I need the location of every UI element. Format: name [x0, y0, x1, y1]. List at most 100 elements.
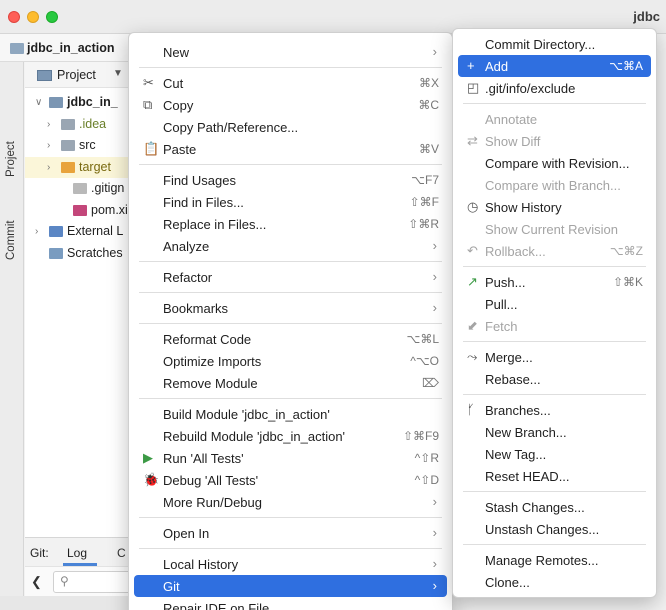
- project-view-selector[interactable]: Project: [57, 68, 96, 82]
- menu-item-label: Manage Remotes...: [485, 553, 599, 568]
- menu-item-show-current-revision: Show Current Revision: [458, 218, 651, 240]
- menu-item-annotate: Annotate: [458, 108, 651, 130]
- tab-console[interactable]: C: [117, 546, 126, 560]
- expand-toggle-icon[interactable]: ›: [35, 221, 38, 242]
- menu-item-build-module-jdbc-in-action[interactable]: Build Module 'jdbc_in_action': [134, 403, 447, 425]
- menu-item-rebase[interactable]: Rebase...: [458, 368, 651, 390]
- expand-toggle-icon[interactable]: ›: [47, 157, 50, 178]
- menu-item-reformat-code[interactable]: Reformat Code ⌥⌘L: [134, 328, 447, 350]
- menu-item-label: Open In: [163, 526, 210, 541]
- menu-separator: [463, 103, 646, 104]
- menu-item-add[interactable]: + Add ⌥⌘A: [458, 55, 651, 77]
- commit-tool-button[interactable]: Commit: [5, 220, 17, 260]
- menu-item-push[interactable]: ↗ Push... ⇧⌘K: [458, 271, 651, 293]
- menu-item-reset-head[interactable]: Reset HEAD...: [458, 465, 651, 487]
- menu-item-cut[interactable]: ✂ Cut ⌘X: [134, 72, 447, 94]
- menu-item-more-run-debug[interactable]: More Run/Debug ›: [134, 491, 447, 513]
- menu-item-clone[interactable]: Clone...: [458, 571, 651, 593]
- menu-item-optimize-imports[interactable]: Optimize Imports ^⌥O: [134, 350, 447, 372]
- tree-item-label: Scratches: [67, 245, 123, 260]
- cut-icon: ✂: [143, 75, 154, 90]
- menu-item-rebuild-module-jdbc-in-action[interactable]: Rebuild Module 'jdbc_in_action' ⇧⌘F9: [134, 425, 447, 447]
- menu-item-branches[interactable]: ᚶ Branches...: [458, 399, 651, 421]
- menu-item-git-info-exclude[interactable]: ◰ .git/info/exclude: [458, 77, 651, 99]
- menu-item-copy[interactable]: ⧉ Copy ⌘C: [134, 94, 447, 116]
- back-arrow-icon[interactable]: ❮: [31, 574, 42, 590]
- expand-toggle-icon[interactable]: ∨: [35, 92, 42, 113]
- shortcut-label: ⌥⌘A: [609, 59, 643, 73]
- menu-item-label: Bookmarks: [163, 301, 229, 316]
- menu-item-replace-in-files[interactable]: Replace in Files... ⇧⌘R: [134, 213, 447, 235]
- menu-item-analyze[interactable]: Analyze ›: [134, 235, 447, 257]
- menu-item-label: More Run/Debug: [163, 495, 262, 510]
- menu-item-refactor[interactable]: Refactor ›: [134, 266, 447, 288]
- menu-item-open-in[interactable]: Open In ›: [134, 522, 447, 544]
- menu-item-label: Analyze: [163, 239, 210, 254]
- show-diff-icon: ⇄: [467, 133, 478, 148]
- menu-item-remove-module[interactable]: Remove Module ⌦: [134, 372, 447, 394]
- menu-item-copy-path-reference[interactable]: Copy Path/Reference...: [134, 116, 447, 138]
- menu-item-label: Reset HEAD...: [485, 469, 570, 484]
- menu-item-repair-ide-on-file[interactable]: Repair IDE on File: [134, 597, 447, 610]
- maven-file-icon: [73, 204, 87, 216]
- menu-item-local-history[interactable]: Local History ›: [134, 553, 447, 575]
- menu-item-compare-with-revision[interactable]: Compare with Revision...: [458, 152, 651, 174]
- menu-item-stash-changes[interactable]: Stash Changes...: [458, 496, 651, 518]
- search-icon: ⚲: [60, 574, 69, 588]
- menu-item-unstash-changes[interactable]: Unstash Changes...: [458, 518, 651, 540]
- menu-item-label: Show Current Revision: [485, 222, 618, 237]
- gitignore-file-icon: [73, 183, 87, 194]
- menu-item-new-tag[interactable]: New Tag...: [458, 443, 651, 465]
- chevron-right-icon: ›: [432, 578, 437, 593]
- close-window-button[interactable]: [8, 11, 20, 23]
- chevron-down-icon[interactable]: ▼: [113, 68, 123, 79]
- menu-item-git[interactable]: Git ›: [134, 575, 447, 597]
- menu-item-commit-directory[interactable]: Commit Directory...: [458, 33, 651, 55]
- git-submenu: Commit Directory... + Add ⌥⌘A ◰ .git/info/exc…: [452, 28, 657, 598]
- breadcrumb-project[interactable]: jdbc_in_action: [27, 41, 115, 55]
- menu-separator: [139, 548, 442, 549]
- shortcut-label: ⌘X: [418, 76, 439, 90]
- menu-item-label: Debug 'All Tests': [163, 473, 259, 488]
- menu-separator: [139, 164, 442, 165]
- rollback-icon: ↶: [467, 243, 478, 258]
- chevron-right-icon: ›: [432, 556, 437, 571]
- menu-separator: [463, 491, 646, 492]
- shortcut-label: ⌘C: [418, 98, 439, 112]
- push-icon: ↗: [467, 274, 478, 289]
- shortcut-label: ⇧⌘R: [408, 217, 439, 231]
- menu-item-label: Compare with Revision...: [485, 156, 630, 171]
- menu-item-label: New Tag...: [485, 447, 547, 462]
- menu-item-show-history[interactable]: ◷ Show History: [458, 196, 651, 218]
- minimize-window-button[interactable]: [27, 11, 39, 23]
- module-folder-icon: [49, 97, 63, 108]
- menu-item-find-usages[interactable]: Find Usages ⌥F7: [134, 169, 447, 191]
- menu-item-manage-remotes[interactable]: Manage Remotes...: [458, 549, 651, 571]
- expand-toggle-icon[interactable]: ›: [47, 114, 50, 135]
- menu-item-run-all-tests[interactable]: ▶ Run 'All Tests' ^⇧R: [134, 447, 447, 469]
- menu-item-find-in-files[interactable]: Find in Files... ⇧⌘F: [134, 191, 447, 213]
- project-tool-window: Project ▼ ∨ jdbc_in_ › .idea › src › target .git…: [25, 62, 155, 537]
- menu-item-new-branch[interactable]: New Branch...: [458, 421, 651, 443]
- shortcut-label: ⌥⌘Z: [609, 244, 643, 258]
- shortcut-label: ⇧⌘F: [409, 195, 439, 209]
- menu-item-new[interactable]: New ›: [134, 41, 447, 63]
- menu-item-label: Find Usages: [163, 173, 236, 188]
- menu-item-label: Local History: [163, 557, 239, 572]
- menu-item-pull[interactable]: Pull...: [458, 293, 651, 315]
- fetch-icon: ⬋: [467, 318, 478, 333]
- menu-item-label: Cut: [163, 76, 184, 91]
- menu-item-label: Rebuild Module 'jdbc_in_action': [163, 429, 346, 444]
- shortcut-label: ^⇧R: [414, 451, 439, 465]
- tab-log[interactable]: Log: [67, 546, 87, 560]
- shortcut-label: ^⇧D: [414, 473, 439, 487]
- project-tool-button[interactable]: Project: [5, 141, 17, 177]
- zoom-window-button[interactable]: [46, 11, 58, 23]
- menu-item-label: Run 'All Tests': [163, 451, 244, 466]
- menu-item-paste[interactable]: 📋 Paste ⌘V: [134, 138, 447, 160]
- menu-item-merge[interactable]: ⤳ Merge...: [458, 346, 651, 368]
- expand-toggle-icon[interactable]: ›: [47, 135, 50, 156]
- menu-item-bookmarks[interactable]: Bookmarks ›: [134, 297, 447, 319]
- menu-item-debug-all-tests[interactable]: 🐞 Debug 'All Tests' ^⇧D: [134, 469, 447, 491]
- folder-icon: [61, 118, 75, 130]
